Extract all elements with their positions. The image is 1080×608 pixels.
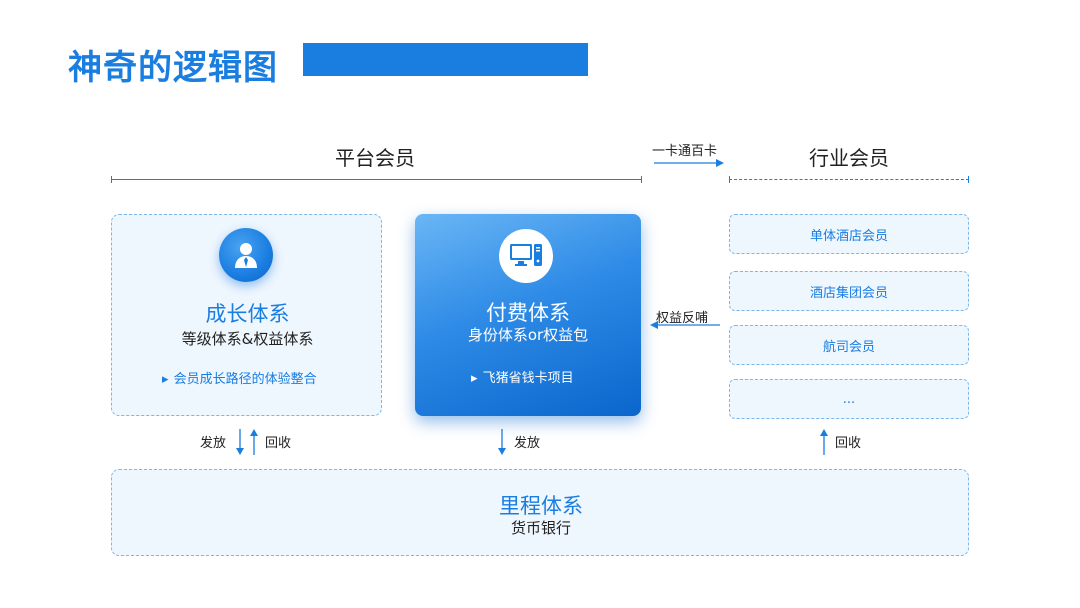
growth-issue-label: 发放 <box>200 436 227 451</box>
paid-issue-label: 发放 <box>514 436 541 451</box>
industry-bracket-left-tick <box>729 176 730 183</box>
mileage-subtitle: 货币银行 <box>510 519 571 537</box>
industry-item: 航司会员 <box>729 325 969 365</box>
industry-item: 酒店集团会员 <box>729 271 969 311</box>
industry-bracket-line <box>729 179 969 180</box>
computer-icon <box>499 229 553 283</box>
industry-heading: 行业会员 <box>809 146 889 170</box>
mileage-system-card: 里程体系 货币银行 <box>111 469 969 556</box>
down-arrow-icon <box>236 429 244 455</box>
page-title: 神奇的逻辑图 <box>68 48 278 88</box>
platform-bracket-left-tick <box>111 176 112 183</box>
paid-bullet-item: ▸ 飞猪省钱卡项目 <box>471 367 574 386</box>
left-arrow-icon <box>650 321 720 329</box>
paid-bullet-text: 飞猪省钱卡项目 <box>482 371 574 386</box>
mileage-title: 里程体系 <box>499 494 583 518</box>
growth-bullet-text: 会员成长路径的体验整合 <box>173 372 317 387</box>
down-arrow-icon <box>498 429 506 455</box>
growth-bullet-item: ▸ 会员成长路径的体验整合 <box>162 368 317 387</box>
growth-recover-label: 回收 <box>265 436 292 451</box>
bullet-arrow-icon: ▸ <box>162 372 169 387</box>
user-icon <box>219 228 273 282</box>
industry-recover-label: 回收 <box>835 436 862 451</box>
platform-bracket-right-tick <box>641 176 642 183</box>
up-arrow-icon <box>820 429 828 455</box>
industry-bracket-right-tick <box>968 176 969 183</box>
platform-bracket-line <box>111 179 641 180</box>
paid-subtitle: 身份体系or权益包 <box>467 326 589 344</box>
growth-subtitle: 等级体系&权益体系 <box>181 330 314 348</box>
right-arrow-icon <box>654 159 724 167</box>
industry-item: ... <box>729 379 969 419</box>
growth-system-card: 成长体系 等级体系&权益体系 ▸ 会员成长路径的体验整合 <box>111 214 382 416</box>
industry-item: 单体酒店会员 <box>729 214 969 254</box>
title-accent-bar <box>303 43 588 76</box>
platform-heading: 平台会员 <box>335 146 415 170</box>
growth-title: 成长体系 <box>205 302 290 326</box>
paid-system-card: 付费体系 身份体系or权益包 ▸ 飞猪省钱卡项目 <box>415 214 641 416</box>
up-arrow-icon <box>250 429 258 455</box>
bullet-arrow-icon: ▸ <box>471 371 478 386</box>
paid-title: 付费体系 <box>486 301 570 325</box>
